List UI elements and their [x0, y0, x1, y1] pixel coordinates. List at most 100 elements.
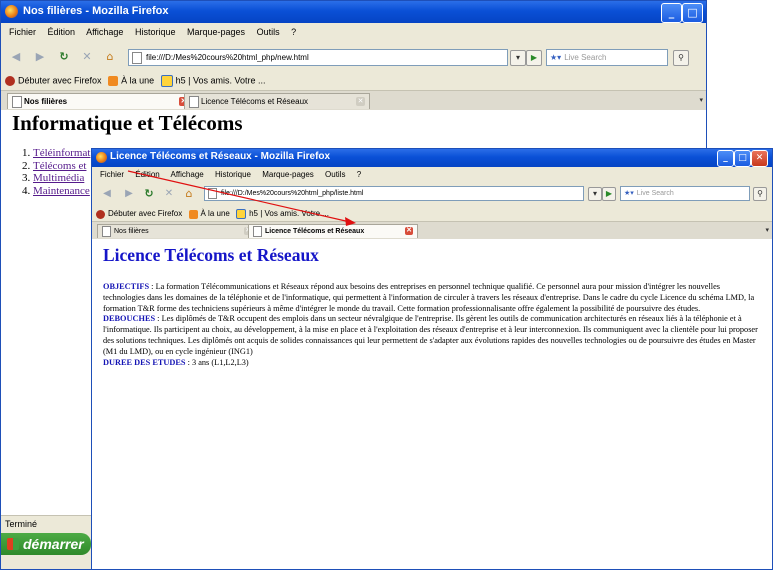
rss-icon	[108, 76, 119, 86]
url-dropdown-icon[interactable]: ▾	[588, 187, 602, 201]
tab-bar: Nos filières ✕ Licence Télécoms et Résea…	[92, 221, 772, 239]
forward-icon[interactable]: ▶	[31, 48, 49, 66]
maximize-icon[interactable]: □	[734, 150, 751, 167]
minimize-icon[interactable]: _	[717, 150, 734, 167]
go-icon[interactable]: ▶	[526, 50, 542, 66]
page-icon	[208, 188, 217, 199]
back-icon[interactable]: ◀	[7, 48, 25, 66]
tab-label: Nos filières	[114, 228, 149, 235]
menu-outils[interactable]: Outils	[325, 170, 345, 179]
close-tab-icon[interactable]: ✕	[405, 227, 413, 235]
search-placeholder: Live Search	[564, 53, 607, 62]
home-icon[interactable]: ⌂	[180, 185, 198, 203]
page-heading: Informatique et Télécoms	[12, 111, 243, 135]
list-item: Multimédia	[33, 172, 90, 185]
menu-edition[interactable]: Édition	[135, 170, 159, 179]
back-icon[interactable]: ◀	[98, 185, 116, 203]
search-placeholder: Live Search	[636, 190, 674, 197]
tab-bar: Nos filières ✕ Licence Télécoms et Résea…	[1, 90, 706, 110]
page-icon	[102, 226, 111, 237]
firefox-window-licence: Licence Télécoms et Réseaux - Mozilla Fi…	[91, 148, 773, 570]
menu-affichage[interactable]: Affichage	[171, 170, 204, 179]
tab-nos-filieres[interactable]: Nos filières ✕	[97, 224, 257, 238]
close-tab-icon[interactable]: ✕	[356, 97, 365, 106]
status-text: Terminé	[5, 519, 38, 529]
window-title: Licence Télécoms et Réseaux - Mozilla Fi…	[110, 151, 331, 162]
h5-icon	[160, 75, 173, 87]
minimize-icon[interactable]: _	[661, 3, 682, 23]
windows-logo-icon	[7, 538, 19, 550]
menu-marque-pages[interactable]: Marque-pages	[187, 27, 245, 37]
url-dropdown-icon[interactable]: ▾	[510, 50, 526, 66]
url-input[interactable]: file:///D:/Mes%20cours%20html_php/new.ht…	[128, 49, 508, 66]
bookmarks-toolbar: Débuter avec Firefox À la une h5 | Vos a…	[92, 209, 772, 219]
menu-historique[interactable]: Historique	[135, 27, 176, 37]
title-bar[interactable]: Licence Télécoms et Réseaux - Mozilla Fi…	[92, 149, 772, 167]
page-icon	[253, 226, 262, 237]
title-bar[interactable]: Nos filières - Mozilla Firefox _ □	[1, 1, 706, 23]
link-telecoms[interactable]: Télécoms et	[33, 160, 86, 172]
bookmark-debuter[interactable]: Débuter avec Firefox	[18, 75, 102, 85]
h5-icon	[236, 209, 247, 219]
forward-icon[interactable]: ▶	[120, 185, 138, 203]
section-text-objectifs: : La formation Télécommunications et Rés…	[103, 282, 755, 313]
section-text-duree: : 3 ans (L1,L2,L3)	[185, 357, 249, 367]
search-input[interactable]: ★▾ Live Search	[546, 49, 668, 66]
bookmark-a-la-une[interactable]: À la une	[121, 75, 154, 85]
search-input[interactable]: ★▾ Live Search	[620, 186, 750, 201]
window-title: Nos filières - Mozilla Firefox	[23, 5, 169, 17]
menu-help[interactable]: ?	[291, 27, 296, 37]
maximize-icon[interactable]: □	[682, 3, 703, 23]
tab-label: Licence Télécoms et Réseaux	[201, 97, 309, 106]
section-label-duree: DUREE DES ETUDES	[103, 357, 186, 367]
search-engine-icon: ★▾	[550, 53, 562, 62]
start-label: démarrer	[23, 536, 84, 552]
search-icon[interactable]: ⚲	[673, 50, 689, 66]
url-input[interactable]: file:///D:/Mes%20cours%20html_php/liste.…	[204, 186, 584, 201]
stop-icon[interactable]: ✕	[78, 48, 96, 66]
search-icon[interactable]: ⚲	[753, 187, 767, 201]
menu-historique[interactable]: Historique	[215, 170, 251, 179]
menu-outils[interactable]: Outils	[257, 27, 280, 37]
list-item: Maintenance	[33, 185, 90, 198]
tab-licence[interactable]: Licence Télécoms et Réseaux ✕	[248, 224, 418, 238]
go-icon[interactable]: ▶	[602, 187, 616, 201]
menu-help[interactable]: ?	[357, 170, 361, 179]
home-icon[interactable]: ⌂	[101, 48, 119, 66]
reload-icon[interactable]: ↻	[55, 48, 73, 66]
filieres-list: Téléinformat Télécoms et Multimédia Main…	[9, 147, 90, 197]
menu-affichage[interactable]: Affichage	[86, 27, 123, 37]
tab-list-icon[interactable]: ▾	[699, 96, 703, 104]
tab-nos-filieres[interactable]: Nos filières ✕	[7, 93, 193, 109]
page-heading: Licence Télécoms et Réseaux	[103, 245, 319, 265]
getting-started-icon	[96, 209, 105, 219]
search-engine-icon: ★▾	[624, 190, 634, 197]
stop-icon[interactable]: ✕	[160, 185, 178, 203]
link-multimedia[interactable]: Multimédia	[33, 172, 84, 184]
close-icon[interactable]: ✕	[751, 150, 768, 167]
menu-marque-pages[interactable]: Marque-pages	[262, 170, 314, 179]
tab-label: Nos filières	[24, 97, 68, 106]
menu-edition[interactable]: Édition	[48, 27, 76, 37]
tab-licence[interactable]: Licence Télécoms et Réseaux ✕	[184, 93, 370, 109]
link-teleinformatique[interactable]: Téléinformat	[33, 147, 90, 159]
list-item: Téléinformat	[33, 147, 90, 160]
section-label-objectifs: OBJECTIFS	[103, 282, 150, 291]
navigation-toolbar: ◀ ▶ ↻ ✕ ⌂ file:///D:/Mes%20cours%20html_…	[1, 43, 706, 71]
page-icon	[189, 96, 199, 108]
description-block: OBJECTIFS : La formation Télécommunicati…	[103, 282, 763, 368]
start-button[interactable]: démarrer	[1, 533, 91, 555]
reload-icon[interactable]: ↻	[140, 185, 158, 203]
page-icon	[132, 52, 142, 64]
tab-list-icon[interactable]: ▾	[765, 226, 769, 234]
link-maintenance[interactable]: Maintenance	[33, 185, 90, 197]
bookmark-h5[interactable]: h5 | Vos amis. Votre ...	[249, 209, 329, 218]
bookmark-h5[interactable]: h5 | Vos amis. Votre ...	[176, 75, 266, 85]
getting-started-icon	[5, 76, 15, 86]
bookmark-a-la-une[interactable]: À la une	[201, 209, 230, 218]
bookmarks-toolbar: Débuter avec Firefox À la une h5 | Vos a…	[1, 75, 706, 87]
bookmark-debuter[interactable]: Débuter avec Firefox	[108, 209, 182, 218]
firefox-icon	[96, 152, 107, 163]
menu-fichier[interactable]: Fichier	[100, 170, 124, 179]
menu-fichier[interactable]: Fichier	[9, 27, 36, 37]
